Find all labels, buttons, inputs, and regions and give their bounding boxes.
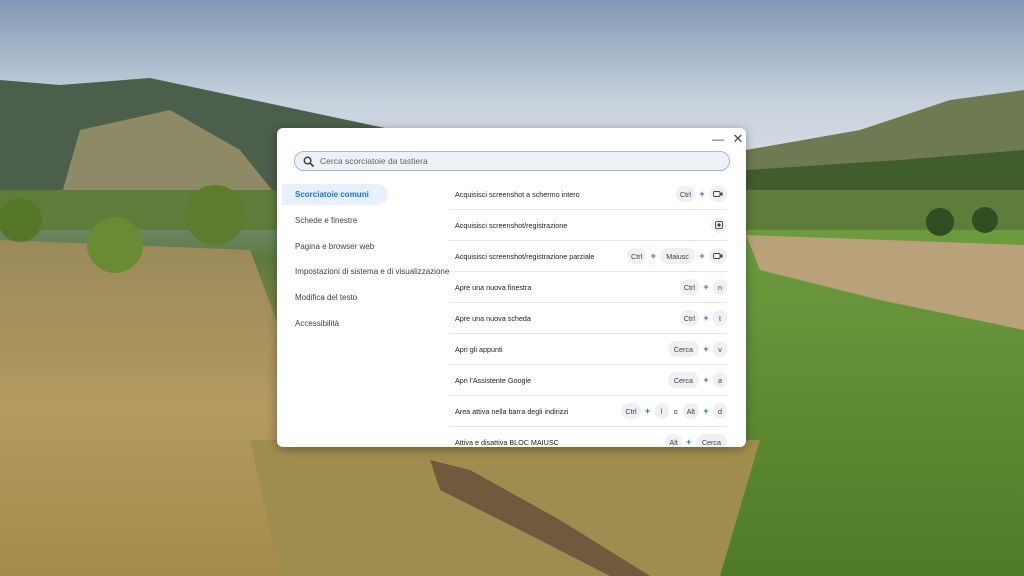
- plus-separator: +: [699, 251, 705, 261]
- key-chip: Ctrl: [627, 248, 647, 264]
- key-chip: Cerca: [667, 341, 699, 357]
- close-icon: ✕: [732, 131, 744, 146]
- key-chip: t: [713, 310, 727, 326]
- shortcut-row[interactable]: Acquisisci screenshot/registrazione parz…: [449, 241, 727, 272]
- shortcut-keys: Alt + Cerca: [665, 434, 727, 447]
- shortcut-label: Apri gli appunti: [455, 344, 503, 354]
- shortcut-keys: Cerca + v: [667, 341, 727, 357]
- plus-separator: +: [703, 375, 709, 385]
- key-chip: d: [713, 403, 727, 419]
- plus-separator: +: [699, 189, 705, 199]
- key-chip: Ctrl: [621, 403, 641, 419]
- shortcut-row[interactable]: Attiva e disattiva BLOC MAIUSC Alt + Cer…: [449, 427, 727, 447]
- shortcut-keys: Ctrl + n: [679, 279, 727, 295]
- search-input[interactable]: [320, 156, 700, 166]
- sidebar-item-system-display[interactable]: Impostazioni di sistema e di visualizzaz…: [282, 261, 452, 282]
- shortcut-label: Acquisisci screenshot/registrazione: [455, 220, 568, 230]
- close-button[interactable]: ✕: [729, 130, 746, 148]
- shortcut-keys: Ctrl + l o Alt + d: [621, 403, 727, 419]
- shortcut-keys: Ctrl +: [675, 186, 727, 202]
- shortcut-label: Area attiva nella barra degli indirizzi: [455, 406, 569, 416]
- shortcut-row[interactable]: Acquisisci screenshot a schermo intero C…: [449, 179, 727, 210]
- key-chip: Ctrl: [675, 186, 695, 202]
- screenshot-window-icon: [709, 186, 727, 202]
- sidebar-item-tabs-windows[interactable]: Schede e finestre: [282, 210, 452, 231]
- sidebar-item-text-editing[interactable]: Modifica del testo: [282, 287, 452, 308]
- minimize-button[interactable]: —: [709, 130, 727, 148]
- shortcut-keys: Ctrl + t: [679, 310, 727, 326]
- key-chip: Cerca: [667, 372, 699, 388]
- shortcut-keys: Cerca + a: [667, 372, 727, 388]
- search-box[interactable]: [294, 151, 730, 171]
- shortcut-row[interactable]: Area attiva nella barra degli indirizzi …: [449, 396, 727, 427]
- plus-separator: +: [650, 251, 656, 261]
- shortcut-label: Attiva e disattiva BLOC MAIUSC: [455, 437, 559, 447]
- desktop: — ✕ Scorciatoie comuni Schede e finestre…: [0, 0, 1024, 576]
- keyboard-shortcuts-dialog: — ✕ Scorciatoie comuni Schede e finestre…: [277, 128, 746, 447]
- minimize-icon: —: [712, 132, 724, 146]
- shortcut-label: Acquisisci screenshot a schermo intero: [455, 189, 580, 199]
- key-chip: a: [713, 372, 727, 388]
- sidebar-item-common[interactable]: Scorciatoie comuni: [282, 184, 388, 205]
- plus-separator: +: [703, 313, 709, 323]
- sidebar-item-page-browser[interactable]: Pagina e browser web: [282, 236, 452, 257]
- shortcut-label: Acquisisci screenshot/registrazione parz…: [455, 251, 595, 261]
- key-chip: Cerca: [695, 434, 727, 447]
- key-chip: Maiusc: [660, 248, 695, 264]
- shortcut-label: Apri l'Assistente Google: [455, 375, 532, 385]
- key-chip: Alt: [682, 403, 699, 419]
- shortcut-row[interactable]: Apri gli appunti Cerca + v: [449, 334, 727, 365]
- plus-separator: +: [644, 406, 651, 416]
- shortcut-row[interactable]: Apre una nuova scheda Ctrl + t: [449, 303, 727, 334]
- shortcut-keys: Ctrl + Maiusc +: [627, 248, 727, 264]
- sidebar-item-accessibility[interactable]: Accessibilità: [282, 313, 452, 334]
- screenshot-window-icon: [709, 248, 727, 264]
- key-chip: Ctrl: [679, 279, 699, 295]
- shortcut-label: Apre una nuova scheda: [455, 313, 531, 323]
- key-chip: Ctrl: [679, 310, 699, 326]
- key-chip: l: [654, 403, 669, 419]
- plus-separator: +: [703, 406, 709, 416]
- or-separator: o: [673, 406, 678, 416]
- plus-separator: +: [703, 344, 709, 354]
- shortcut-row[interactable]: Acquisisci screenshot/registrazione: [449, 210, 727, 241]
- plus-separator: +: [703, 282, 709, 292]
- plus-separator: +: [686, 437, 692, 447]
- key-chip: Alt: [665, 434, 682, 447]
- key-chip: v: [713, 341, 727, 357]
- screen-capture-key-icon: [711, 217, 727, 233]
- category-sidebar: Scorciatoie comuni Schede e finestre Pag…: [282, 184, 452, 339]
- search-icon: [303, 156, 314, 167]
- shortcut-label: Apre una nuova finestra: [455, 282, 532, 292]
- shortcut-row[interactable]: Apri l'Assistente Google Cerca + a: [449, 365, 727, 396]
- shortcut-keys: [711, 217, 727, 233]
- shortcut-row[interactable]: Apre una nuova finestra Ctrl + n: [449, 272, 727, 303]
- key-chip: n: [713, 279, 727, 295]
- shortcut-list: Acquisisci screenshot a schermo intero C…: [449, 179, 727, 447]
